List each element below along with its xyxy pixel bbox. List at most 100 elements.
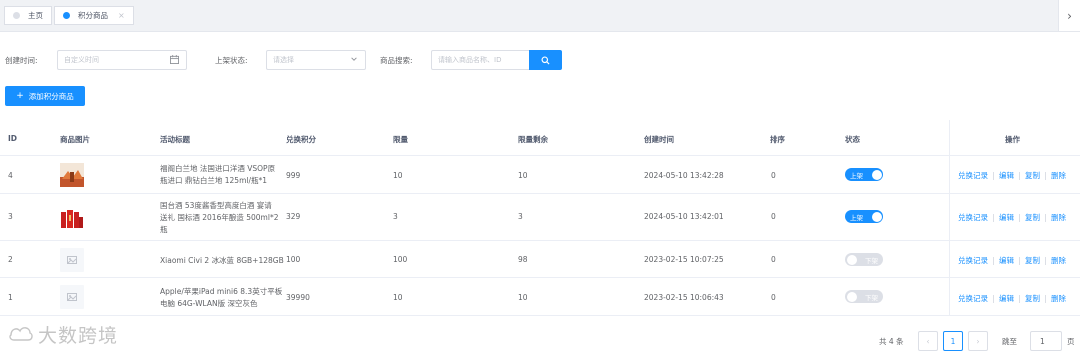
column-header-sort: 排序	[770, 135, 785, 144]
divider	[1045, 256, 1046, 265]
delete-link[interactable]: 删除	[1051, 293, 1066, 304]
row-limit: 100	[393, 255, 408, 264]
table-row: 3 国台酒 53度酱香型高度白酒 宴请 送礼 国标酒 2016年酿造 500ml…	[0, 194, 1080, 241]
row-actions: 兑换记录 编辑 复制 删除	[958, 212, 1066, 223]
close-icon[interactable]: ×	[118, 11, 125, 20]
row-title-line: 国台酒 53度酱香型高度白酒 宴请	[160, 201, 272, 210]
divider	[1045, 171, 1046, 180]
divider	[1019, 294, 1020, 303]
column-header-limit: 限量	[393, 135, 408, 144]
page-suffix-label: 页	[1067, 337, 1075, 346]
toggle-knob	[846, 254, 857, 265]
status-toggle-label: 下架	[865, 293, 878, 302]
exchange-record-link[interactable]: 兑换记录	[958, 255, 988, 266]
divider	[1019, 171, 1020, 180]
goto-label: 跳至	[1002, 337, 1017, 346]
created-time-picker[interactable]: 自定义时间	[57, 50, 187, 70]
shelf-status-label: 上架状态:	[215, 56, 248, 65]
row-points: 999	[286, 171, 301, 180]
product-thumbnail	[60, 205, 84, 229]
row-points: 39990	[286, 293, 310, 302]
row-limit: 10	[393, 171, 403, 180]
page-number: 1	[950, 336, 956, 346]
divider	[993, 256, 994, 265]
status-toggle[interactable]: 下架	[845, 253, 883, 266]
copy-link[interactable]: 复制	[1025, 170, 1040, 181]
delete-link[interactable]: 删除	[1051, 212, 1066, 223]
watermark-text: 大数跨境	[38, 325, 119, 347]
column-header-actions: 操作	[1005, 135, 1020, 144]
tab-home[interactable]: 主页	[4, 6, 52, 25]
row-title-line: 送礼 国标酒 2016年酿造 500ml*2	[160, 213, 279, 222]
toggle-knob	[846, 291, 857, 302]
edit-link[interactable]: 编辑	[999, 255, 1014, 266]
add-button-label: 添加积分商品	[28, 91, 74, 101]
exchange-record-link[interactable]: 兑换记录	[958, 212, 988, 223]
row-id: 2	[8, 255, 13, 264]
row-sort: 0	[771, 293, 776, 302]
chevron-right-icon: ›	[976, 336, 980, 346]
add-points-product-button[interactable]: + 添加积分商品	[5, 86, 85, 106]
status-toggle[interactable]: 上架	[845, 210, 883, 223]
divider	[1019, 213, 1020, 222]
divider	[993, 213, 994, 222]
search-button[interactable]	[529, 50, 562, 70]
page-number-button[interactable]: 1	[943, 331, 963, 351]
image-placeholder-icon	[60, 248, 84, 272]
edit-link[interactable]: 编辑	[999, 293, 1014, 304]
status-toggle[interactable]: 上架	[845, 168, 883, 181]
copy-link[interactable]: 复制	[1025, 255, 1040, 266]
edit-link[interactable]: 编辑	[999, 170, 1014, 181]
column-header-status: 状态	[845, 135, 860, 144]
toggle-knob	[871, 169, 882, 180]
column-header-title: 活动标题	[160, 135, 190, 144]
row-limit: 10	[393, 293, 403, 302]
product-search-input[interactable]: 请输入商品名称、ID	[431, 50, 530, 70]
exchange-record-link[interactable]: 兑换记录	[958, 293, 988, 304]
divider	[1045, 213, 1046, 222]
prev-page-button[interactable]: ‹	[918, 331, 938, 351]
row-actions: 兑换记录 编辑 复制 删除	[958, 293, 1066, 304]
search-icon	[541, 55, 550, 65]
product-search-label: 商品搜索:	[380, 56, 413, 65]
toggle-knob	[871, 211, 882, 222]
row-title-line: 瓶	[160, 225, 168, 234]
goto-page-value: 1	[1040, 336, 1045, 346]
row-created-time: 2023-02-15 10:06:43	[644, 293, 724, 302]
copy-link[interactable]: 复制	[1025, 293, 1040, 304]
row-created-time: 2024-05-10 13:42:01	[644, 212, 724, 221]
divider	[993, 171, 994, 180]
next-page-button[interactable]: ›	[968, 331, 988, 351]
status-toggle-label: 下架	[865, 256, 878, 265]
shelf-status-select[interactable]: 请选择	[266, 50, 366, 70]
chevron-left-icon: ‹	[926, 336, 930, 346]
plus-icon: +	[16, 91, 24, 101]
edit-link[interactable]: 编辑	[999, 212, 1014, 223]
tab-points-goods[interactable]: 积分商品 ×	[54, 6, 134, 25]
column-header-created: 创建时间	[644, 135, 674, 144]
row-limit: 3	[393, 212, 398, 221]
delete-link[interactable]: 删除	[1051, 255, 1066, 266]
shelf-status-placeholder: 请选择	[273, 56, 294, 64]
row-points: 100	[286, 255, 301, 264]
status-toggle-label: 上架	[850, 171, 863, 180]
table-row: 2 Xiaomi Civi 2 冰冰蓝 8GB+128GB 100 100 98…	[0, 241, 1080, 278]
status-toggle[interactable]: 下架	[845, 290, 883, 303]
table-header: ID 商品图片 活动标题 兑换积分 限量 限量剩余 创建时间 排序 状态 操作	[0, 120, 1080, 156]
delete-link[interactable]: 删除	[1051, 170, 1066, 181]
row-sort: 0	[771, 212, 776, 221]
exchange-record-link[interactable]: 兑换记录	[958, 170, 988, 181]
chevron-right-icon[interactable]: ›	[1058, 0, 1080, 31]
row-actions: 兑换记录 编辑 复制 删除	[958, 170, 1066, 181]
divider	[993, 294, 994, 303]
goto-page-input[interactable]: 1	[1030, 331, 1062, 351]
divider	[1019, 256, 1020, 265]
row-sort: 0	[771, 171, 776, 180]
column-header-id: ID	[8, 134, 18, 143]
copy-link[interactable]: 复制	[1025, 212, 1040, 223]
status-toggle-label: 上架	[850, 213, 863, 222]
row-title-line: Xiaomi Civi 2 冰冰蓝 8GB+128GB	[160, 256, 284, 265]
row-points: 329	[286, 212, 301, 221]
column-header-remaining: 限量剩余	[518, 135, 548, 144]
row-actions: 兑换记录 编辑 复制 删除	[958, 255, 1066, 266]
